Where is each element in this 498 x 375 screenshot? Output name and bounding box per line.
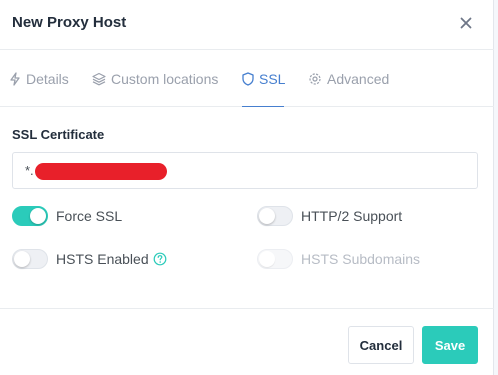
modal-footer: Cancel Save bbox=[0, 308, 494, 375]
tab-ssl-label: SSL bbox=[259, 70, 286, 87]
ssl-certificate-select[interactable]: *. bbox=[12, 152, 478, 189]
redaction-mark bbox=[35, 163, 167, 180]
force-ssl-switch[interactable] bbox=[12, 206, 48, 226]
hsts-subdomains-switch[interactable] bbox=[257, 249, 293, 269]
new-proxy-host-modal: New Proxy Host Details Custom locations … bbox=[0, 0, 494, 375]
modal-title: New Proxy Host bbox=[12, 14, 127, 31]
gear-icon bbox=[308, 72, 322, 86]
hsts-subdomains-toggle[interactable]: HSTS Subdomains bbox=[257, 248, 420, 270]
hsts-enabled-label: HSTS Enabled bbox=[56, 251, 149, 267]
force-ssl-toggle[interactable]: Force SSL bbox=[12, 205, 122, 227]
tab-ssl[interactable]: SSL bbox=[242, 51, 286, 107]
tab-custom-locations[interactable]: Custom locations bbox=[92, 51, 218, 107]
tab-details-label: Details bbox=[26, 71, 69, 87]
force-ssl-label: Force SSL bbox=[56, 208, 123, 224]
tab-advanced[interactable]: Advanced bbox=[308, 51, 389, 107]
tab-advanced-label: Advanced bbox=[327, 71, 390, 87]
save-button[interactable]: Save bbox=[422, 326, 478, 364]
http2-support-switch[interactable] bbox=[257, 206, 293, 226]
close-button[interactable] bbox=[455, 12, 477, 34]
ssl-certificate-label: SSL Certificate bbox=[12, 127, 105, 142]
tab-details[interactable]: Details bbox=[9, 51, 69, 107]
ssl-certificate-value: *. bbox=[25, 163, 34, 178]
shield-icon bbox=[242, 71, 254, 86]
hsts-subdomains-label: HSTS Subdomains bbox=[301, 251, 421, 267]
http2-support-label: HTTP/2 Support bbox=[301, 208, 403, 224]
help-icon[interactable] bbox=[153, 252, 167, 266]
http2-support-toggle[interactable]: HTTP/2 Support bbox=[257, 205, 402, 227]
modal-header: New Proxy Host bbox=[0, 0, 494, 50]
tab-bar: Details Custom locations SSL Advanced bbox=[0, 51, 494, 107]
zap-icon bbox=[9, 72, 21, 86]
close-icon bbox=[460, 17, 472, 29]
tab-custom-locations-label: Custom locations bbox=[111, 71, 219, 87]
ssl-tab-panel: SSL Certificate *. Force SSL HTTP/2 Supp… bbox=[0, 108, 494, 308]
layers-icon bbox=[92, 72, 106, 86]
hsts-enabled-toggle[interactable]: HSTS Enabled bbox=[12, 248, 167, 270]
cancel-button[interactable]: Cancel bbox=[348, 326, 414, 364]
hsts-enabled-switch[interactable] bbox=[12, 249, 48, 269]
